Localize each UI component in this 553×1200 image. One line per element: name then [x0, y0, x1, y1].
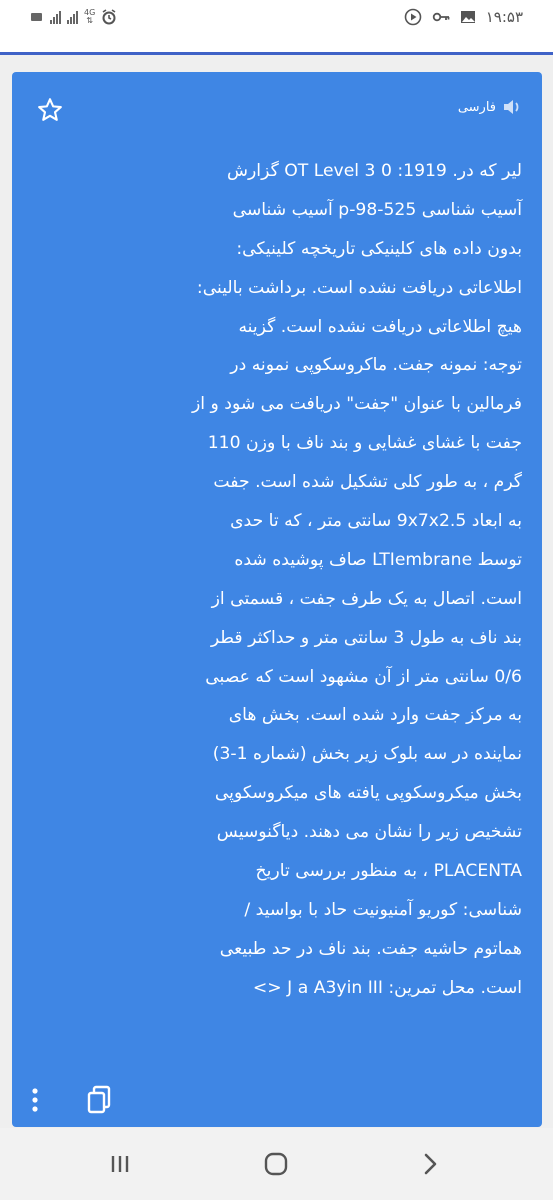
status-left: 4G ⇅	[30, 9, 117, 25]
text-line: است. اتصال به یک طرف جفت ، قسمتی از	[211, 588, 522, 609]
network-type: 4G ⇅	[84, 8, 96, 25]
text-line: توجه: نمونه جفت. ماکروسکوپی نمونه در	[230, 355, 522, 376]
text-line: به مرکز جفت وارد شده است. بخش های	[228, 705, 522, 726]
home-icon	[263, 1151, 289, 1177]
text-line: آسیب شناسی p-98-525 آسیب شناسی	[232, 199, 522, 220]
status-bar: 4G ⇅ ۱۹:۵۳	[0, 0, 553, 38]
text-line: جفت با غشای غشایی و بند ناف با وزن 110	[207, 433, 522, 454]
alarm-icon	[101, 9, 117, 25]
text-line: بند ناف به طول 3 سانتی متر و حداکثر قطر	[210, 627, 522, 648]
language-indicator[interactable]: فارسی	[458, 98, 522, 116]
text-line: به ابعاد 9x7x2.5 سانتی متر ، که تا حدی	[230, 511, 522, 532]
text-line: بدون داده های کلینیکی تاریخچه کلینیکی:	[236, 238, 522, 259]
home-button[interactable]	[256, 1146, 296, 1182]
app-bar-strip	[0, 38, 553, 55]
text-line: لیر که در. OT Level 3 0 :1919 گزارش	[227, 161, 522, 181]
battery-saver-icon	[30, 11, 44, 23]
vpn-key-icon	[432, 11, 450, 23]
screen-record-icon	[404, 8, 422, 26]
translation-card: فارسی لیر که در. OT Level 3 0 :1919 گزار…	[12, 72, 542, 1127]
signal-1-icon	[50, 10, 61, 24]
back-button[interactable]	[410, 1146, 450, 1182]
text-line: فرمالین با عنوان "جفت" دریافت می شود و ا…	[191, 394, 522, 415]
signal-2-icon	[67, 10, 78, 24]
text-line: بخش میکروسکوپی یافته های میکروسکوپی	[214, 783, 522, 804]
text-line: هیچ اطلاعاتی دریافت نشده است. گزینه	[238, 316, 522, 337]
star-outline-icon[interactable]	[36, 96, 64, 124]
text-line: نماینده در سه بلوک زیر بخش (شماره 1-3)	[212, 744, 522, 765]
image-icon	[460, 10, 476, 24]
more-vert-icon[interactable]	[30, 1087, 40, 1113]
text-line: است. محل تمرین: J a A3yin III <>	[252, 977, 522, 998]
card-actions	[30, 1085, 112, 1115]
translated-text: لیر که در. OT Level 3 0 :1919 گزارش آسیب…	[40, 152, 522, 1008]
status-right: ۱۹:۵۳	[404, 8, 523, 26]
clock: ۱۹:۵۳	[485, 8, 523, 26]
text-line: 0/6 سانتی متر از آن مشهود است که عصبی	[205, 666, 522, 687]
recents-icon	[109, 1154, 131, 1174]
recents-button[interactable]	[100, 1146, 140, 1182]
text-line: هماتوم حاشیه جفت. بند ناف در حد طبیعی	[219, 938, 522, 959]
copy-icon[interactable]	[86, 1085, 112, 1115]
navigation-bar	[0, 1128, 553, 1200]
text-line: تشخیص زیر را نشان می دهند. دیاگنوسیس	[216, 822, 522, 843]
speaker-icon[interactable]	[502, 98, 522, 116]
back-chevron-icon	[422, 1152, 438, 1176]
text-line: شناسی: کوریو آمنیونیت حاد با بواسید /	[244, 899, 522, 920]
text-line: توسط LTIembrane صاف پوشیده شده	[234, 549, 522, 570]
text-line: گرم ، به طور کلی تشکیل شده است. جفت	[213, 472, 522, 493]
text-line: PLACENTA ، به منظور بررسی تاریخ	[255, 861, 522, 882]
language-label: فارسی	[457, 99, 496, 115]
text-line: اطلاعاتی دریافت نشده است. برداشت بالینی:	[196, 277, 522, 298]
